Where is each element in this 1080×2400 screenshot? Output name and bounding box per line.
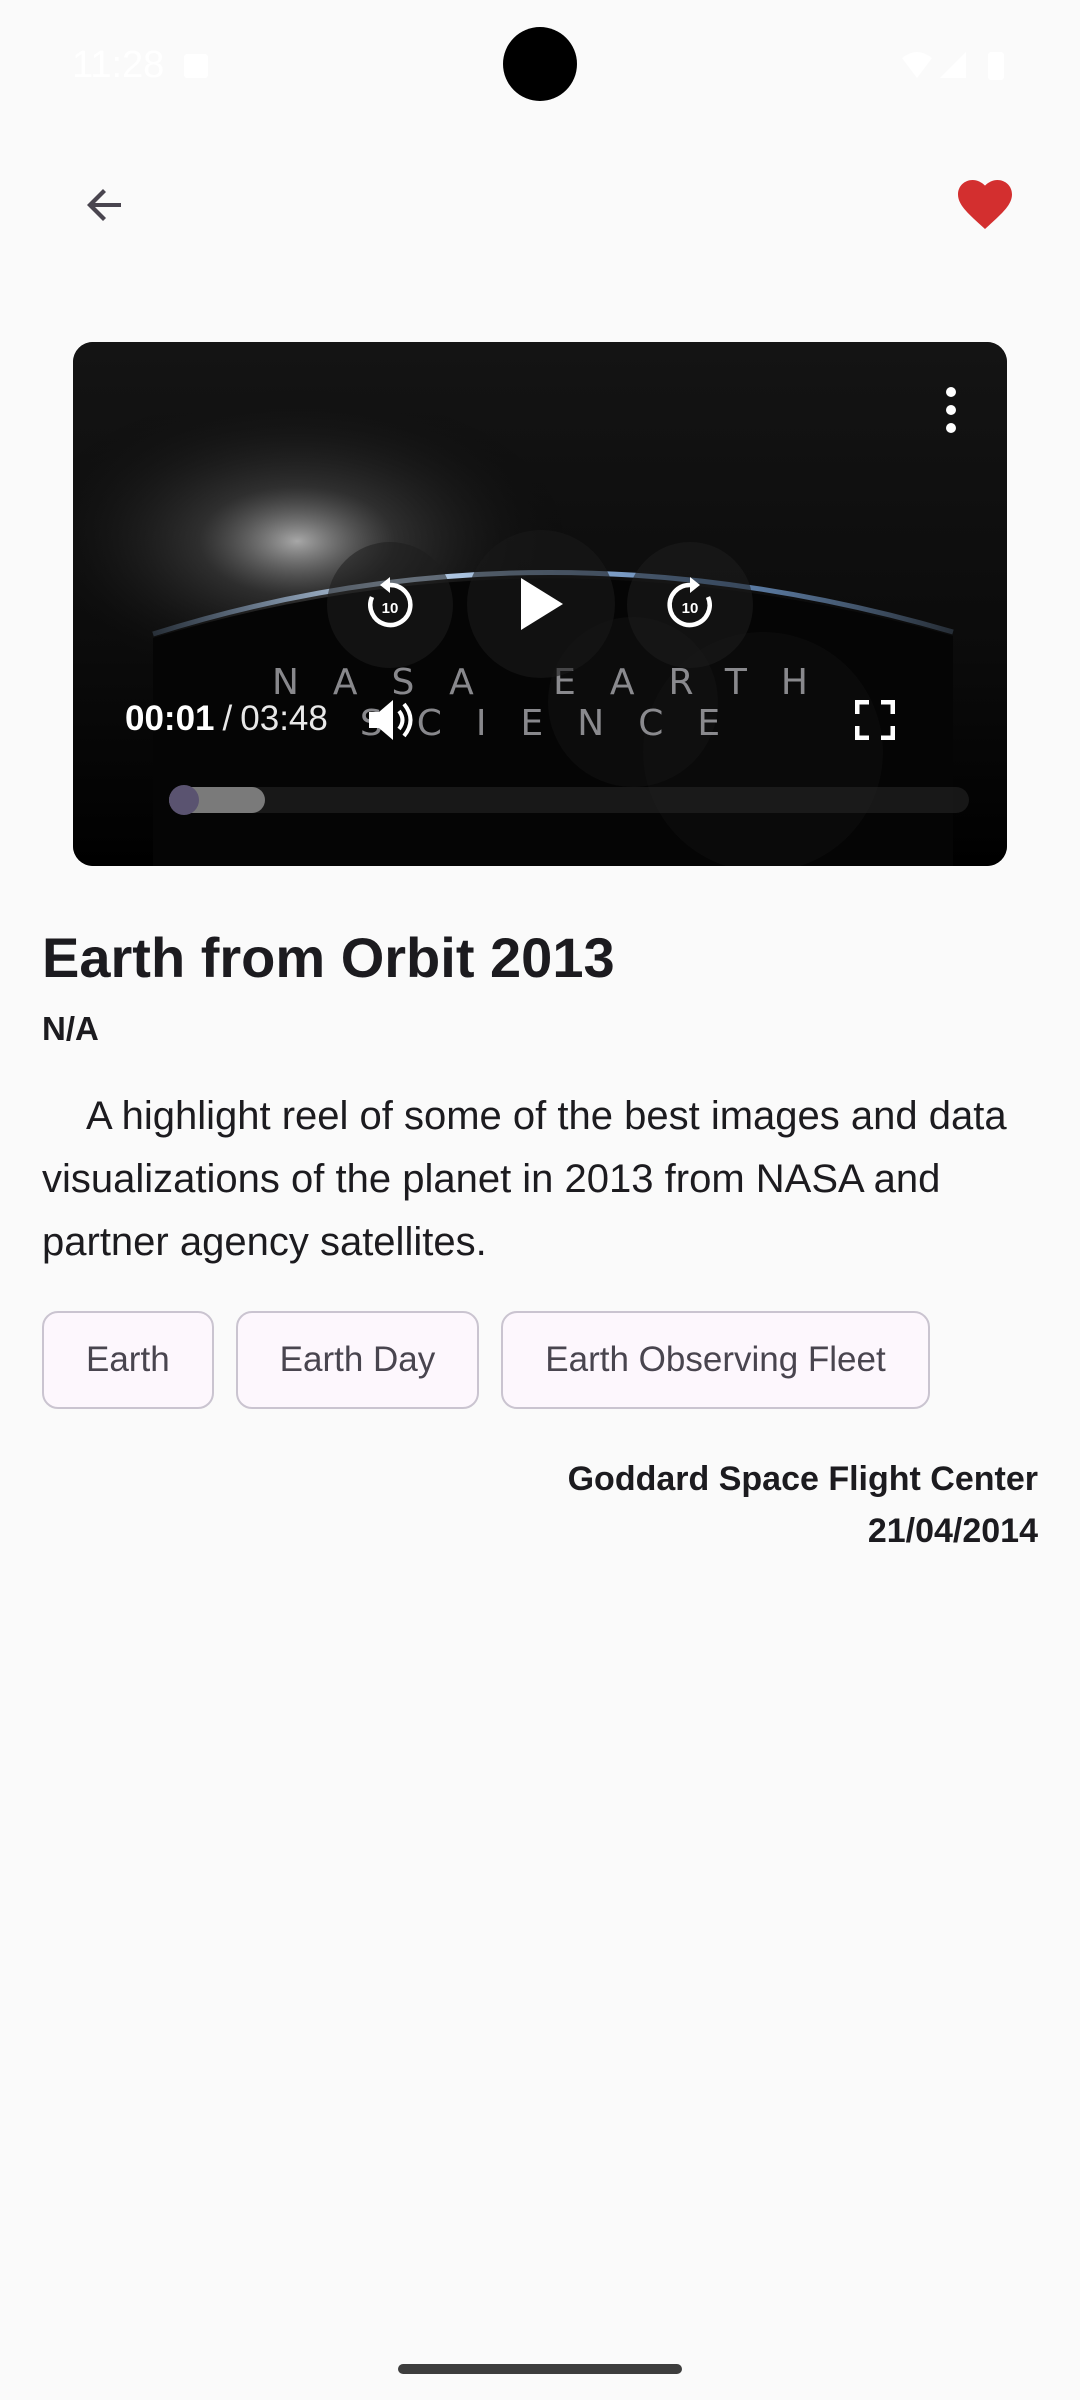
volume-icon bbox=[369, 700, 413, 740]
center-name: Goddard Space Flight Center bbox=[567, 1460, 1038, 1498]
time-separator: / bbox=[222, 699, 233, 738]
replay-10-icon: 10 bbox=[368, 577, 413, 628]
wifi-icon bbox=[902, 52, 932, 78]
more-vert-icon bbox=[946, 387, 956, 433]
seek-thumb[interactable] bbox=[169, 785, 199, 815]
camera-cutout bbox=[503, 27, 577, 101]
tag-label: Earth Day bbox=[279, 1340, 436, 1379]
video-detail-screen: 11:28 NASA EARTH SCIENCE 10 10 00:01 / 0… bbox=[0, 0, 1080, 2400]
current-time: 00:01 bbox=[125, 699, 215, 738]
seek-bar[interactable] bbox=[169, 785, 969, 815]
status-icons bbox=[902, 52, 1004, 80]
fullscreen-icon bbox=[855, 700, 895, 740]
status-bar: 11:28 bbox=[0, 0, 1080, 132]
home-indicator[interactable] bbox=[398, 2364, 682, 2374]
tag-label: Earth bbox=[86, 1340, 170, 1379]
tag-chip-earth[interactable]: Earth bbox=[42, 1311, 214, 1409]
arrow-back-icon bbox=[87, 189, 121, 221]
fullscreen-button[interactable] bbox=[843, 688, 907, 752]
forward-10-icon: 10 bbox=[667, 577, 712, 628]
play-icon bbox=[521, 578, 563, 630]
video-title: Earth from Orbit 2013 bbox=[42, 926, 615, 989]
rewind-10-button[interactable]: 10 bbox=[327, 542, 453, 668]
rewind-seconds: 10 bbox=[382, 600, 399, 617]
video-description: A highlight reel of some of the best ima… bbox=[42, 1094, 1007, 1264]
forward-10-button[interactable]: 10 bbox=[627, 542, 753, 668]
play-button[interactable] bbox=[467, 530, 615, 678]
total-time: 03:48 bbox=[240, 699, 328, 738]
tag-chip-earth-observing-fleet[interactable]: Earth Observing Fleet bbox=[501, 1311, 930, 1409]
back-button[interactable] bbox=[60, 160, 150, 250]
heart-icon bbox=[958, 180, 1012, 229]
forward-seconds: 10 bbox=[682, 600, 699, 617]
tag-list: Earth Earth Day Earth Observing Fleet bbox=[42, 1311, 930, 1409]
publish-date: 21/04/2014 bbox=[867, 1512, 1038, 1550]
video-subtitle: N/A bbox=[42, 1010, 99, 1047]
signal-icon bbox=[940, 52, 966, 78]
notification-icon bbox=[184, 54, 208, 78]
more-options-button[interactable] bbox=[931, 378, 971, 442]
video-player[interactable]: NASA EARTH SCIENCE 10 10 00:01 / 03:48 bbox=[73, 342, 1007, 866]
time-display: 00:01 / 03:48 bbox=[125, 694, 328, 744]
tag-chip-earth-day[interactable]: Earth Day bbox=[235, 1311, 480, 1409]
tag-label: Earth Observing Fleet bbox=[545, 1340, 886, 1379]
favorite-button[interactable] bbox=[940, 160, 1030, 250]
battery-icon bbox=[988, 52, 1004, 80]
volume-button[interactable] bbox=[363, 690, 423, 750]
status-time: 11:28 bbox=[72, 44, 165, 86]
